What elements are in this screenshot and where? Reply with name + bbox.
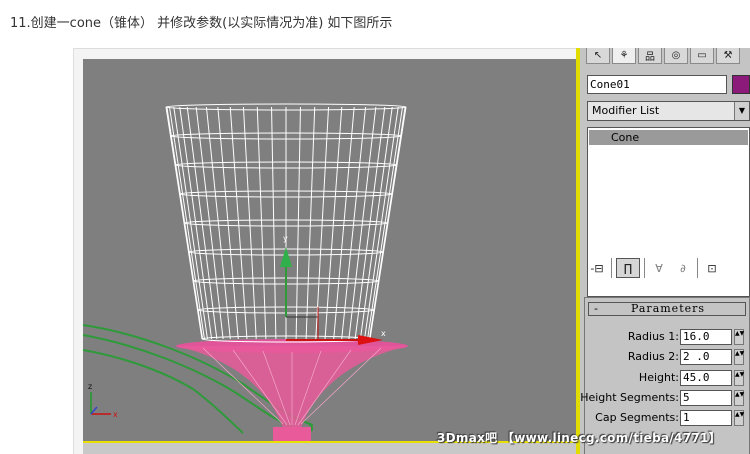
axis-y-label: y — [283, 234, 288, 243]
display-tab-icon[interactable]: ▭ — [690, 48, 714, 64]
tripod-z-label: z — [88, 382, 92, 391]
param-label: Radius 1: — [627, 330, 679, 343]
toolbar-divider — [611, 258, 612, 278]
spinner-icon[interactable]: ▲▼ — [734, 349, 744, 365]
radius-1-input[interactable]: 16.0 — [680, 329, 732, 345]
spinner-icon[interactable]: ▲▼ — [734, 410, 744, 426]
modify-tab-icon[interactable]: ⚘ — [612, 48, 636, 64]
toolbar-divider — [697, 258, 698, 278]
remove-modifier-icon[interactable]: ∂ — [673, 258, 693, 278]
param-label: Cap Segments: — [595, 411, 679, 424]
spinner-icon[interactable]: ▲▼ — [734, 370, 744, 386]
configure-sets-icon[interactable]: ⊡ — [702, 258, 722, 278]
param-label: Height Segments: — [580, 391, 679, 404]
wireframe-edge — [229, 106, 248, 340]
wireframe-edge — [295, 106, 301, 340]
param-radius-1: Radius 1: 16.0 ▲▼ — [585, 329, 750, 345]
wireframe-edge — [168, 106, 205, 340]
utilities-tab-icon[interactable]: ⚒ — [716, 48, 740, 64]
perspective-viewport[interactable]: y x z x — [83, 59, 576, 441]
param-height-segments: Height Segments: 5 ▲▼ — [580, 390, 750, 406]
parameters-rollout-header[interactable]: - Parameters — [588, 302, 746, 316]
radius-2-input[interactable]: 2 .0 — [680, 349, 732, 365]
command-panel-tabs: ↖ ⚘ 品 ◎ ▭ ⚒ — [586, 48, 750, 66]
modifier-list-dropdown[interactable]: Modifier List ▼ — [587, 101, 750, 121]
parameters-title: Parameters — [630, 302, 706, 315]
param-cap-segments: Cap Segments: 1 ▲▼ — [585, 410, 750, 426]
param-radius-2: Radius 2: 2 .0 ▲▼ — [585, 349, 750, 365]
page-caption: 11.创建一cone（锥体） 并修改参数(以实际情况为准) 如下图所示 — [10, 16, 393, 31]
axis-x-label: x — [381, 329, 386, 338]
viewport-scene: y x z x — [83, 103, 408, 441]
wireframe-edge — [217, 106, 239, 340]
wireframe-edge — [271, 106, 277, 340]
create-tab-icon[interactable]: ↖ — [586, 48, 610, 64]
wireframe-edge — [369, 106, 407, 340]
watermark-text: 3Dmax吧 【www.linecg.com/tieba/4771】 — [437, 431, 721, 445]
param-height: Height: 45.0 ▲▼ — [585, 370, 750, 386]
wireframe-edge — [305, 106, 316, 340]
spinner-icon[interactable]: ▲▼ — [734, 329, 744, 345]
wireframe-edge — [256, 106, 267, 340]
wireframe-edge — [242, 106, 257, 340]
toolbar-divider — [644, 258, 645, 278]
object-name-input[interactable]: Cone01 — [587, 75, 727, 94]
dropdown-arrow-icon: ▼ — [734, 102, 749, 120]
stack-item-cone[interactable]: Cone — [589, 130, 748, 145]
wireframe-edge — [165, 106, 203, 340]
command-panel: ↖ ⚘ 品 ◎ ▭ ⚒ Cone01 Modifier List ▼ Cone … — [576, 48, 750, 454]
wireframe-edge — [333, 106, 355, 340]
height-segments-input[interactable]: 5 — [680, 390, 732, 406]
param-label: Radius 2: — [627, 350, 679, 363]
tripod-x-label: x — [113, 410, 118, 419]
spinner-icon[interactable]: ▲▼ — [734, 390, 744, 406]
wireframe-edge — [324, 106, 343, 340]
view-axis-tripod: z x — [88, 382, 118, 419]
motion-tab-icon[interactable]: ◎ — [664, 48, 688, 64]
cap-segments-input[interactable]: 1 — [680, 410, 732, 426]
hierarchy-tab-icon[interactable]: 品 — [638, 48, 662, 64]
wireframe-edge — [315, 106, 330, 340]
pin-stack-icon[interactable]: -⊟ — [587, 258, 607, 278]
modifier-list-label: Modifier List — [592, 104, 660, 117]
pink-cone-object — [176, 339, 408, 441]
make-unique-icon[interactable]: ∀ — [649, 258, 669, 278]
param-label: Height: — [638, 371, 679, 384]
stack-toolbar: -⊟ ∏ ∀ ∂ ⊡ — [587, 255, 750, 281]
show-end-result-icon[interactable]: ∏ — [616, 258, 640, 278]
object-color-swatch[interactable] — [732, 75, 750, 94]
wireframe-edge — [367, 106, 404, 340]
height-input[interactable]: 45.0 — [680, 370, 732, 386]
